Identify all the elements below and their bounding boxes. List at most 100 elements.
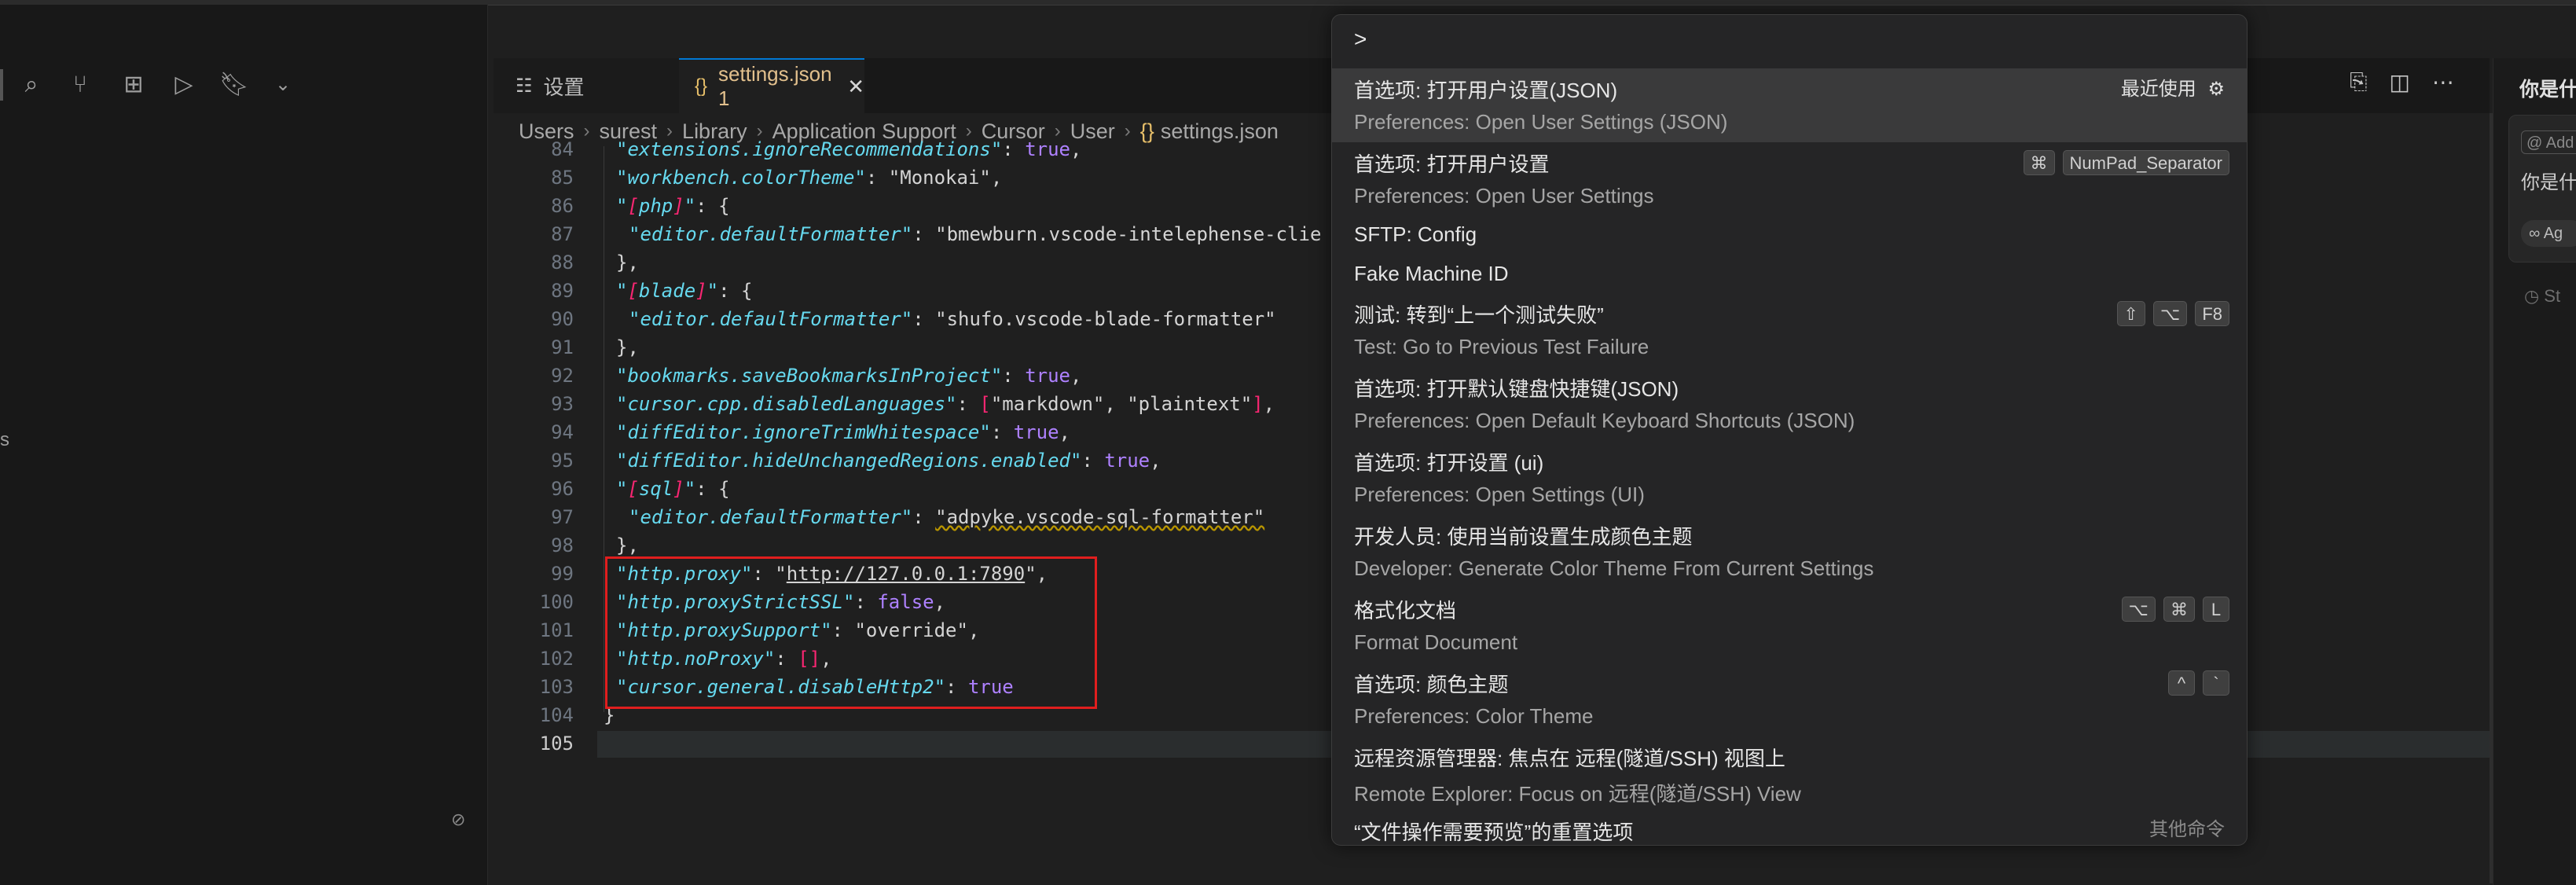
key-cap: ^: [2168, 670, 2195, 696]
command-title: 开发人员: 使用当前设置生成颜色主题: [1354, 525, 1693, 549]
source-control-icon[interactable]: ⑂: [64, 69, 96, 101]
search-icon[interactable]: ⌕: [16, 69, 47, 101]
code-line: "editor.defaultFormatter": "adpyke.vscod…: [629, 506, 1265, 528]
line-number: 92: [551, 365, 574, 387]
chevron-right-icon: ›: [583, 120, 590, 141]
command-item[interactable]: “文件操作需要预览”的重置选项: [1332, 810, 2247, 845]
command-title: SFTP: Config: [1354, 222, 1477, 246]
command-item[interactable]: 首选项: 打开默认键盘快捷键(JSON) Preferences: Open De…: [1332, 367, 2247, 441]
line-number: 91: [551, 336, 574, 358]
line-number: 101: [539, 619, 574, 641]
key-cap: `: [2203, 670, 2229, 696]
line-number: 100: [539, 591, 574, 613]
key-cap: ⌘: [2023, 150, 2055, 175]
code-line: "extensions.ignoreRecommendations": true…: [616, 138, 1082, 160]
command-palette-input[interactable]: >: [1332, 15, 2247, 64]
key-cap: L: [2203, 597, 2229, 622]
code-line: "workbench.colorTheme": "Monokai",: [616, 167, 1003, 189]
key-cap: ⌥: [2121, 597, 2156, 622]
run-debug-icon[interactable]: ▷: [168, 69, 200, 101]
keybinding: ⌘ NumPad_Separator: [2023, 150, 2229, 175]
recent-label-text: 最近使用: [2120, 79, 2196, 100]
line-number: 97: [551, 506, 574, 528]
code-line: "[blade]": {: [616, 280, 753, 302]
command-title: 首选项: 打开设置 (ui): [1354, 451, 1544, 475]
line-number: 84: [551, 138, 574, 160]
line-number: 85: [551, 167, 574, 189]
command-title: 首选项: 打开用户设置(JSON): [1354, 79, 1618, 102]
key-cap: ⇧: [2116, 301, 2145, 326]
code-line: "bookmarks.saveBookmarksInProject": true…: [616, 365, 1082, 387]
line-number: 93: [551, 393, 574, 415]
code-line: },: [616, 252, 639, 274]
code-line: },: [616, 534, 639, 556]
key-cap: ⌥: [2152, 301, 2188, 326]
code-line: },: [616, 336, 639, 358]
command-title: 格式化文档: [1354, 599, 1457, 622]
line-number: 86: [551, 195, 574, 217]
breadcrumb-item[interactable]: {} settings.json: [1140, 119, 1279, 144]
code-line: "cursor.cpp.disabledLanguages": ["markdo…: [616, 393, 1275, 415]
tab-settings[interactable]: ☷ 设置: [494, 58, 679, 113]
line-number: 87: [551, 223, 574, 245]
chevron-down-icon[interactable]: ⌄: [267, 69, 299, 101]
command-item[interactable]: SFTP: Config: [1332, 216, 2247, 255]
settings-list-icon: ☷: [516, 75, 533, 97]
other-commands-label: 其他命令: [2149, 819, 2225, 840]
command-subtitle: Preferences: Color Theme: [1354, 704, 1594, 728]
keybinding: ⇧ ⌥ F8: [2116, 301, 2229, 326]
command-subtitle: Remote Explorer: Focus on 远程(隧道/SSH) Vie…: [1354, 782, 1801, 806]
key-cap: ⌘: [2163, 597, 2195, 622]
sidebar-edge: [0, 69, 3, 101]
command-item[interactable]: 首选项: 颜色主题 Preferences: Color Theme ^ `: [1332, 663, 2247, 736]
line-number: 105: [539, 733, 574, 755]
bookmark-icon[interactable]: 🔖︎: [218, 69, 250, 101]
more-actions-icon[interactable]: ⋯: [2432, 69, 2454, 95]
line-number: 90: [551, 308, 574, 330]
command-subtitle: Preferences: Open User Settings: [1354, 184, 1654, 207]
command-item[interactable]: 远程资源管理器: 焦点在 远程(隧道/SSH) 视图上 Remote Explor…: [1332, 736, 2247, 810]
line-number: 104: [539, 704, 574, 726]
sidebar-letter: s: [0, 429, 9, 450]
command-item[interactable]: 首选项: 打开用户设置(JSON) Preferences: Open User …: [1332, 68, 2247, 142]
command-item[interactable]: 首选项: 打开设置 (ui) Preferences: Open Settings…: [1332, 441, 2247, 515]
code-line: "[php]": {: [616, 195, 730, 217]
line-number: 96: [551, 478, 574, 500]
command-item[interactable]: 首选项: 打开用户设置 Preferences: Open User Settin…: [1332, 142, 2247, 216]
open-preview-icon[interactable]: ⎘: [2350, 69, 2367, 95]
command-title: “文件操作需要预览”的重置选项: [1354, 821, 1634, 844]
breadcrumb-file-label: settings.json: [1160, 119, 1279, 143]
command-item[interactable]: 格式化文档 Format Document ⌥ ⌘ L: [1332, 589, 2247, 663]
chat-history-item[interactable]: ◷ St: [2524, 286, 2560, 307]
command-item[interactable]: 开发人员: 使用当前设置生成颜色主题 Developer: Generate Co…: [1332, 515, 2247, 589]
code-line: "editor.defaultFormatter": "shufo.vscode…: [629, 308, 1276, 330]
code-line: "diffEditor.hideUnchangedRegions.enabled…: [616, 450, 1161, 472]
gear-icon[interactable]: ⚙: [2207, 79, 2225, 100]
no-entry-icon[interactable]: ⊘: [451, 810, 465, 830]
tab-label: settings.json 1: [718, 62, 832, 110]
editor-actions: ⎘ ◫ ⋯: [2350, 69, 2454, 95]
command-item[interactable]: 测试: 转到“上一个测试失败” Test: Go to Previous Test…: [1332, 293, 2247, 367]
code-line: "[sql]": {: [616, 478, 730, 500]
command-subtitle: Format Document: [1354, 630, 1518, 654]
keybinding: ^ `: [2168, 670, 2229, 696]
line-number: 88: [551, 252, 574, 274]
chat-title: 你是什: [2519, 79, 2576, 101]
command-item[interactable]: Fake Machine ID: [1332, 255, 2247, 293]
line-number: 99: [551, 563, 574, 585]
tab-settings-json[interactable]: {} settings.json 1 ✕: [679, 58, 864, 113]
chevron-right-icon: ›: [1124, 120, 1131, 141]
line-number: 95: [551, 450, 574, 472]
command-subtitle: Preferences: Open Default Keyboard Short…: [1354, 409, 1855, 432]
close-icon[interactable]: ✕: [847, 75, 864, 99]
chat-add-context[interactable]: @ Add: [2521, 130, 2576, 154]
command-subtitle: Developer: Generate Color Theme From Cur…: [1354, 556, 1874, 580]
json-braces-icon: {}: [1139, 119, 1154, 143]
json-braces-icon: {}: [695, 75, 708, 97]
split-editor-icon[interactable]: ◫: [2389, 69, 2409, 95]
command-title: 远程资源管理器: 焦点在 远程(隧道/SSH) 视图上: [1354, 747, 1785, 770]
line-number: 89: [551, 280, 574, 302]
agent-mode-button[interactable]: ∞ Ag: [2521, 220, 2576, 247]
extensions-icon[interactable]: ⊞: [118, 69, 149, 101]
keybinding: ⌥ ⌘ L: [2121, 597, 2229, 622]
